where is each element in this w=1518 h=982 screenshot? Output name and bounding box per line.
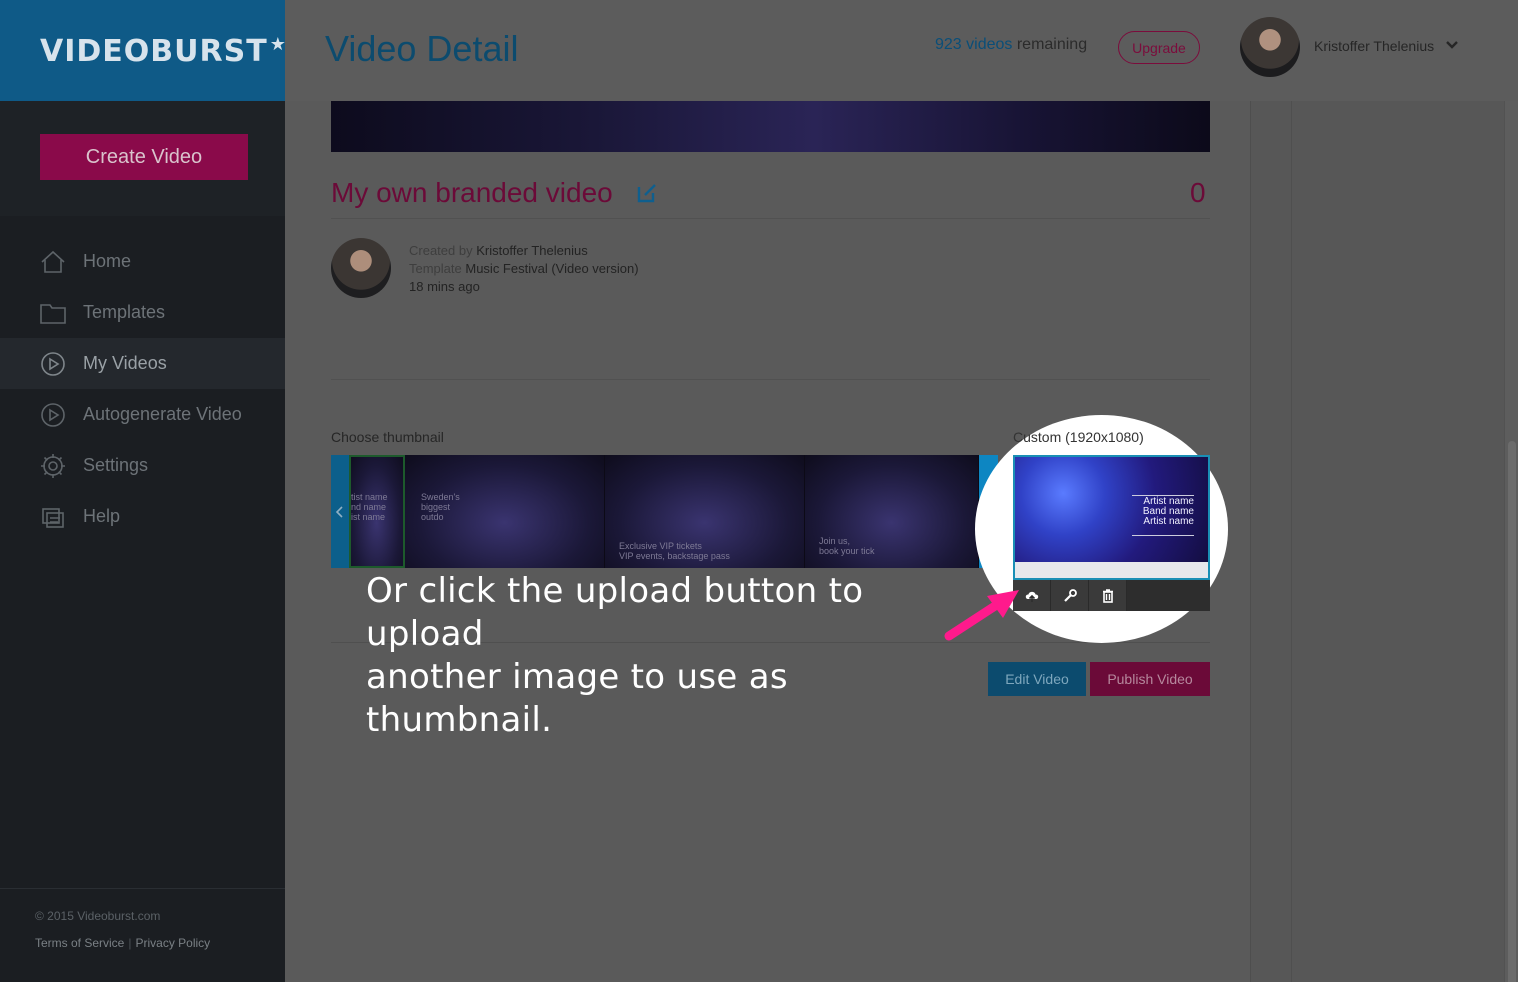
privacy-link[interactable]: Privacy Policy xyxy=(135,936,210,950)
thumbnail-frame[interactable]: Sweden's biggest outdo xyxy=(405,455,605,568)
thumbnail-frame[interactable]: Join us, book your tick xyxy=(805,455,979,568)
sidebar-nav: Home Templates My Videos Autogenerate Vi… xyxy=(0,236,285,542)
logo-bar: VIDEOBURST ★ xyxy=(0,0,287,101)
user-avatar[interactable] xyxy=(1240,17,1300,77)
upgrade-button[interactable]: Upgrade xyxy=(1118,31,1200,64)
sidebar-item-label: Templates xyxy=(83,302,166,322)
pointer-arrow-icon xyxy=(944,590,1019,641)
chevron-down-icon[interactable] xyxy=(1445,38,1459,55)
scrollbar-thumb[interactable] xyxy=(1508,441,1516,982)
thumbnail-toolbar xyxy=(1013,580,1210,611)
logo-text: VIDEOBURST xyxy=(40,34,268,69)
thumbnail-text: Sweden's biggest outdo xyxy=(421,492,460,522)
folder-icon xyxy=(38,298,68,328)
annotation-line-2: another image to use as thumbnail. xyxy=(366,657,788,740)
template-label: Template xyxy=(409,261,466,276)
right-column xyxy=(1250,101,1518,982)
terms-link[interactable]: Terms of Service xyxy=(35,936,124,950)
sidebar: VIDEOBURST ★ Create Video Home Templates … xyxy=(0,0,287,982)
videos-remaining: 923 videos remaining xyxy=(935,36,1087,54)
sidebar-item-label: Settings xyxy=(83,455,149,475)
cloud-upload-icon xyxy=(1025,591,1038,602)
view-count: 0 xyxy=(1190,177,1206,208)
sidebar-item-help[interactable]: Help xyxy=(0,491,285,542)
sidebar-item-settings[interactable]: Settings xyxy=(0,440,285,491)
choose-thumbnail-label: Choose thumbnail xyxy=(331,429,444,445)
creator-avatar xyxy=(331,238,391,298)
divider xyxy=(331,218,1210,219)
user-name-menu[interactable]: Kristoffer Thelenius xyxy=(1314,38,1434,54)
publish-video-button[interactable]: Publish Video xyxy=(1090,662,1210,696)
sidebar-item-templates[interactable]: Templates xyxy=(0,287,285,338)
edit-title-icon[interactable] xyxy=(635,181,659,205)
help-icon xyxy=(38,502,68,532)
custom-thumbnail-text: Artist name Band name Artist name xyxy=(1142,496,1194,527)
copyright-text: © 2015 Videoburst.com xyxy=(35,909,161,923)
thumbnail-text: Join us, book your tick xyxy=(819,536,875,556)
tutorial-annotation: Or click the upload button to upload ano… xyxy=(366,570,966,742)
thumbnail-rule xyxy=(1132,535,1194,536)
create-area: Create Video xyxy=(0,101,285,216)
column-divider xyxy=(1291,101,1292,982)
thumbnail-frame[interactable]: Exclusive VIP tickets VIP events, backst… xyxy=(605,455,805,568)
footer-separator: | xyxy=(128,936,132,950)
video-meta: Created by Kristoffer Thelenius Template… xyxy=(409,242,639,296)
trash-icon xyxy=(1102,588,1113,603)
play-icon xyxy=(38,349,68,379)
selected-thumbnail-frame xyxy=(349,455,405,568)
video-title: My own branded video xyxy=(331,177,613,208)
edit-thumbnail-button[interactable] xyxy=(1051,580,1089,611)
custom-thumbnail[interactable]: Artist name Band name Artist name xyxy=(1013,455,1210,580)
created-by-label: Created by xyxy=(409,243,477,258)
gear-icon xyxy=(38,451,68,481)
video-preview[interactable] xyxy=(331,101,1210,152)
sidebar-item-label: Help xyxy=(83,506,121,526)
chevron-left-icon xyxy=(335,505,343,518)
sidebar-item-home[interactable]: Home xyxy=(0,236,285,287)
videos-remaining-suffix: remaining xyxy=(1012,36,1088,53)
sidebar-item-label: My Videos xyxy=(83,353,167,373)
custom-thumbnail-label: Custom (1920x1080) xyxy=(1013,429,1144,445)
sidebar-item-my-videos[interactable]: My Videos xyxy=(0,338,285,389)
delete-thumbnail-button[interactable] xyxy=(1089,580,1127,611)
sidebar-footer: © 2015 Videoburst.com Terms of Service | P… xyxy=(0,888,285,982)
created-time: 18 mins ago xyxy=(409,279,480,294)
videoburst-logo[interactable]: VIDEOBURST ★ xyxy=(40,34,287,69)
videos-remaining-count: 923 videos xyxy=(935,36,1013,53)
created-by-value: Kristoffer Thelenius xyxy=(476,243,588,258)
sidebar-item-label: Autogenerate Video xyxy=(83,404,242,424)
scrollbar-track[interactable] xyxy=(1504,101,1518,982)
page-title: Video Detail xyxy=(325,28,519,69)
thumbnail-bottom-band xyxy=(1015,562,1208,578)
thumbnail-carousel: tist name nd name ist name Sweden's bigg… xyxy=(331,455,998,568)
footer-links: Terms of Service | Privacy Policy xyxy=(35,936,210,950)
sidebar-item-label: Home xyxy=(83,251,132,271)
home-icon xyxy=(38,247,68,277)
template-value: Music Festival (Video version) xyxy=(465,261,639,276)
annotation-line-1: Or click the upload button to upload xyxy=(366,571,864,654)
wrench-icon xyxy=(1063,588,1077,602)
carousel-prev-button[interactable] xyxy=(331,455,349,568)
create-video-button[interactable]: Create Video xyxy=(40,134,248,180)
thumbnail-text: Exclusive VIP tickets VIP events, backst… xyxy=(619,541,730,561)
divider xyxy=(331,379,1210,380)
sidebar-item-autogenerate-video[interactable]: Autogenerate Video xyxy=(0,389,285,440)
top-header: Video Detail 923 videos remaining Upgrad… xyxy=(285,0,1518,101)
play-circle-icon xyxy=(38,400,68,430)
edit-video-button[interactable]: Edit Video xyxy=(988,662,1086,696)
